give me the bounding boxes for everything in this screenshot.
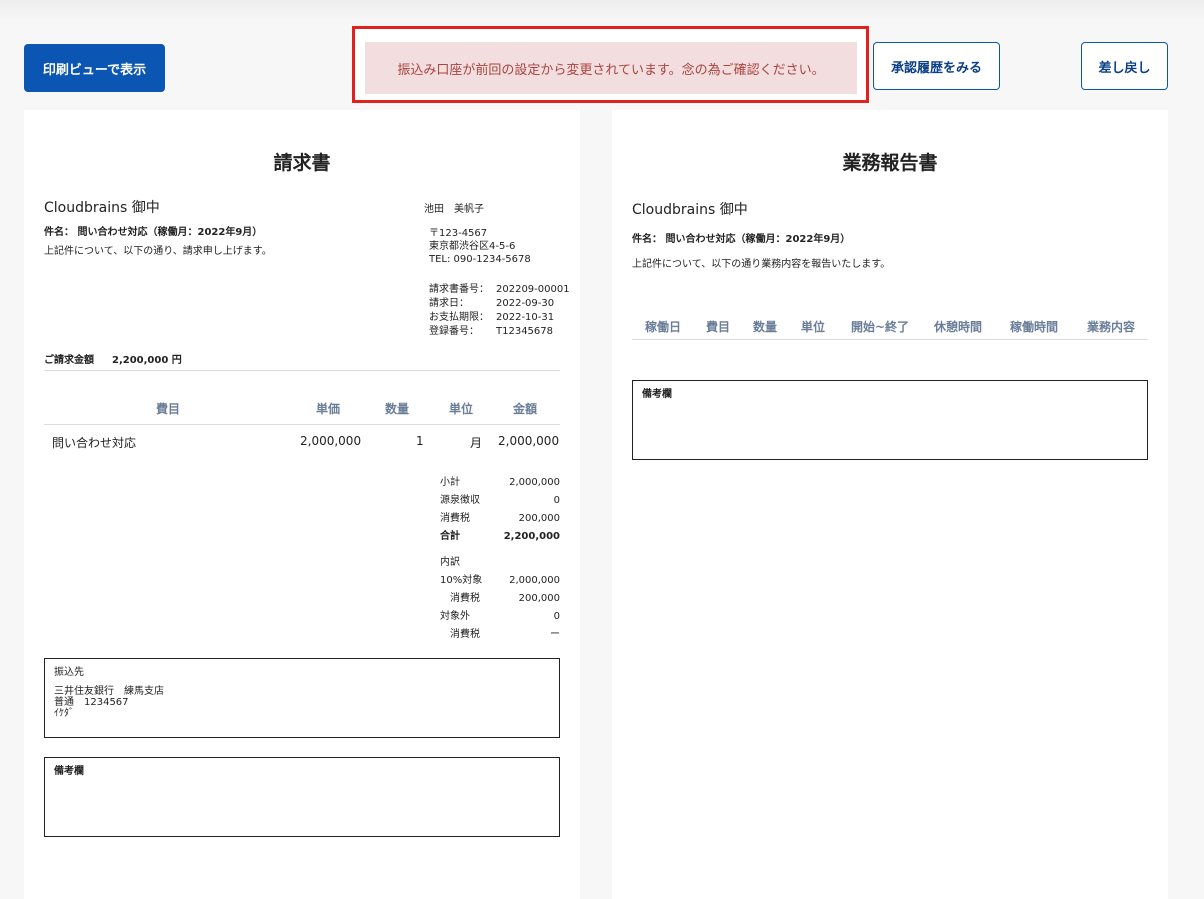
breakdown-key: 消費税 (450, 593, 480, 604)
col-header-start-end: 開始~終了 (851, 320, 910, 334)
breakdown-label: 内訳 (440, 557, 460, 568)
meta-key: 登録番号： (429, 326, 479, 337)
meta-value: 2022-09-30 (496, 298, 555, 309)
work-report-document: 業務報告書 Cloudbrains 御中 件名： 問い合わせ対応（稼働月：202… (612, 110, 1168, 899)
breakdown-key: 対象外 (440, 611, 470, 622)
summary-label: 源泉徴収 (440, 495, 480, 506)
invoice-notes-box: 備考欄 (44, 757, 560, 837)
address-phone: TEL: 090-1234-5678 (429, 254, 531, 265)
invoice-document: 請求書 Cloudbrains 御中 件名： 問い合わせ対応（稼働月：2022年… (24, 110, 580, 899)
address-street: 東京都渋谷区4-5-6 (429, 241, 516, 252)
total-amount: 2,200,000 円 (112, 355, 182, 366)
alert-highlight-frame: 振込み口座が前回の設定から変更されています。念の為ご確認ください。 (352, 26, 869, 103)
breakdown-key: 消費税 (450, 629, 480, 640)
summary-value: 2,200,000 (503, 531, 560, 542)
row-item: 問い合わせ対応 (52, 436, 137, 450)
col-header-price: 単価 (316, 402, 341, 416)
col-header-qty: 数量 (753, 320, 778, 334)
bank-change-alert: 振込み口座が前回の設定から変更されています。念の為ご確認ください。 (365, 42, 857, 94)
col-header-amount: 金額 (513, 402, 538, 416)
bank-line: 三井住友銀行 練馬支店 (54, 686, 164, 697)
divider (632, 339, 1148, 340)
meta-value: 202209-00001 (496, 284, 570, 295)
breakdown-value: 200,000 (518, 593, 560, 604)
issuer-address: 〒123-4567 東京都渋谷区4-5-6 TEL: 090-1234-5678 (429, 227, 531, 266)
bank-label: 振込先 (54, 667, 84, 678)
notes-label: 備考欄 (642, 389, 672, 400)
invoice-breakdown: 内訳 10%対象 2,000,000 消費税 200,000 対象外 0 消費税ー (440, 554, 560, 644)
summary-label: 消費税 (440, 513, 470, 524)
breakdown-value: 2,000,000 (509, 575, 560, 586)
invoice-intro: 上記件について、以下の通り、請求申し上げます。 (44, 246, 272, 257)
invoice-subject: 件名： 問い合わせ対応（稼働月：2022年9月） (44, 227, 263, 238)
breakdown-value: ー (550, 629, 560, 640)
col-header-work-content: 業務内容 (1087, 320, 1136, 334)
meta-key: お支払期限： (429, 312, 489, 323)
meta-value: T12345678 (496, 326, 554, 337)
report-intro: 上記件について、以下の通り業務内容を報告いたします。 (632, 259, 891, 270)
invoice-meta: 請求書番号： 202209-00001 請求日： 2022-09-30 お支払期限：… (429, 283, 570, 339)
breakdown-key: 10%対象 (440, 575, 483, 586)
bank-info-box: 振込先 三井住友銀行 練馬支店 普通 1234567 ｲｹﾀﾞ (44, 658, 560, 738)
approval-history-button[interactable]: 承認履歴をみる (873, 42, 1000, 90)
total-label: ご請求金額 (44, 355, 94, 366)
report-client: Cloudbrains 御中 (632, 202, 748, 218)
col-header-work-hours: 稼働時間 (1010, 320, 1059, 334)
invoice-client: Cloudbrains 御中 (44, 200, 160, 216)
divider (44, 424, 560, 425)
summary-label: 合計 (440, 531, 460, 542)
invoice-title: 請求書 (273, 152, 331, 174)
meta-key: 請求日： (429, 298, 469, 309)
summary-value: 0 (553, 495, 560, 506)
report-title: 業務報告書 (842, 152, 938, 174)
summary-label: 小計 (440, 477, 460, 488)
bank-line: ｲｹﾀﾞ (54, 708, 74, 719)
row-unit: 月 (470, 436, 483, 450)
col-header-break: 休憩時間 (934, 320, 983, 334)
invoice-summary: 小計 2,000,000 源泉徴収 0 消費税 200,000 合計 2,200,000 (440, 474, 560, 546)
row-qty: 1 (416, 434, 424, 448)
invoice-total: ご請求金額 2,200,000 円 (44, 351, 182, 366)
report-notes-box: 備考欄 (632, 380, 1148, 460)
divider (44, 370, 560, 371)
summary-value: 200,000 (518, 513, 560, 524)
col-header-item: 費目 (156, 402, 181, 416)
bank-line: 普通 1234567 (54, 697, 129, 708)
col-header-unit: 単位 (801, 320, 826, 334)
col-header-unit: 単位 (449, 402, 474, 416)
col-header-item: 費目 (706, 320, 731, 334)
row-price: 2,000,000 (300, 434, 362, 448)
breakdown-value: 0 (553, 611, 560, 622)
summary-value: 2,000,000 (509, 477, 560, 488)
meta-value: 2022-10-31 (496, 312, 555, 323)
meta-key: 請求書番号： (429, 284, 489, 295)
print-view-button[interactable]: 印刷ビューで表示 (24, 44, 165, 92)
row-amount: 2,000,000 (498, 434, 560, 448)
report-subject: 件名： 問い合わせ対応（稼働月：2022年9月） (632, 234, 851, 245)
col-header-workday: 稼働日 (645, 320, 682, 334)
address-postal: 〒123-4567 (429, 228, 488, 239)
send-back-button[interactable]: 差し戻し (1081, 42, 1168, 90)
top-shade (0, 0, 1204, 20)
col-header-qty: 数量 (385, 402, 410, 416)
issuer-name: 池田 美帆子 (424, 204, 484, 215)
notes-label: 備考欄 (54, 766, 84, 777)
